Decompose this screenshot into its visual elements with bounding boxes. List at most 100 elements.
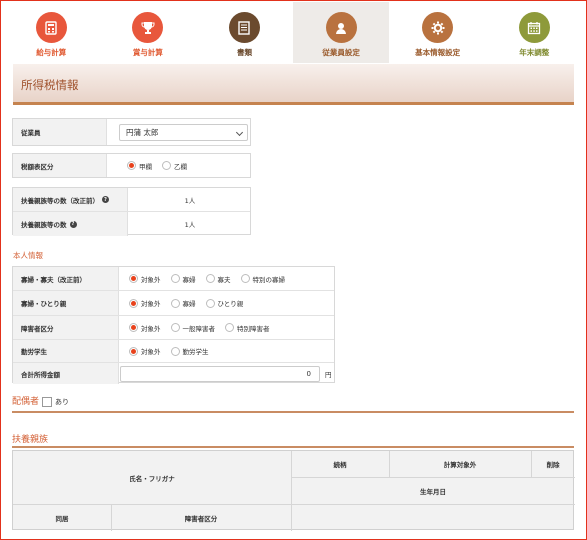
radio-disability-none[interactable]: 対象外 xyxy=(129,323,161,333)
nav-circle-payroll xyxy=(35,12,67,43)
column-cohabit: 同居 xyxy=(55,514,69,523)
spouse-checkbox[interactable] xyxy=(42,396,53,407)
dependents-count-label-text: 扶養親族等の数 xyxy=(21,221,67,229)
chevron-down-icon xyxy=(235,128,244,137)
radio-circle xyxy=(129,346,138,356)
radio-circle xyxy=(129,323,138,332)
working-student-row: 勤労学生 対象外 勤労学生 xyxy=(13,340,334,363)
radio-otsu[interactable]: 乙欄 xyxy=(162,161,187,171)
employee-label: 従業員 xyxy=(13,119,107,145)
radio-label: 対象外 xyxy=(141,275,161,284)
nav-label-employee-settings: 従業員設定 xyxy=(322,48,360,57)
nav-circle-basic-settings xyxy=(422,12,454,43)
radio-label: 対象外 xyxy=(141,324,161,333)
nav-item-bonus[interactable]: 賞与計算 xyxy=(100,2,197,63)
radio-label: 寡婦 xyxy=(182,300,196,308)
dependents-count-label: 扶養親族等の数? xyxy=(13,212,128,236)
gear-icon xyxy=(431,21,445,34)
column-delete: 削除 xyxy=(546,461,560,469)
nav-item-year-end[interactable]: 年末調整 xyxy=(486,2,583,63)
radio-circle xyxy=(240,274,250,283)
tax-table-label: 税額表区分 xyxy=(13,154,107,177)
total-income-unit: 円 xyxy=(325,370,332,379)
radio-disability-general[interactable]: 一般障害者 xyxy=(170,323,216,333)
widow-revised-options: 対象外 寡婦 寡夫 特別の寡婦 xyxy=(129,267,295,290)
radio-widow-revised-special[interactable]: 特別の寡婦 xyxy=(240,274,286,284)
radio-kou[interactable]: 甲欄 xyxy=(127,161,152,171)
personal-info-table: 寡婦・寡夫（改正前） 対象外 寡婦 寡夫 特別の寡婦 寡婦・ひとり親 対象外 寡… xyxy=(12,266,335,384)
help-icon[interactable]: ? xyxy=(102,196,109,203)
employee-select[interactable]: 円蒲 太郎 xyxy=(119,124,248,141)
dependent-family-heading: 扶養親族 xyxy=(12,435,49,445)
radio-circle xyxy=(225,323,234,332)
radio-kou-circle xyxy=(127,161,136,170)
column-relation: 続柄 xyxy=(333,461,347,469)
personal-info-heading: 本人情報 xyxy=(13,251,43,260)
dependents-count-row: 扶養親族等の数? 1人 xyxy=(13,212,250,236)
single-parent-label: 寡婦・ひとり親 xyxy=(13,291,119,315)
tax-table-box: 税額表区分 甲欄 乙欄 xyxy=(12,153,251,178)
nav-label-payroll: 給与計算 xyxy=(36,48,67,57)
dependents-box: 扶養親族等の数（改正前）? 1人 扶養親族等の数? 1人 xyxy=(12,187,251,236)
document-icon xyxy=(238,20,251,35)
radio-circle xyxy=(170,298,180,308)
nav-circle-year-end xyxy=(518,12,550,43)
radio-circle xyxy=(129,298,138,308)
spouse-checkbox-label: あり xyxy=(55,398,70,406)
nav-label-documents: 書類 xyxy=(236,48,252,57)
total-income-row: 合計所得金額 0 円 xyxy=(13,363,334,384)
single-parent-row: 寡婦・ひとり親 対象外 寡婦 ひとり親 xyxy=(13,291,334,316)
radio-label: 寡婦 xyxy=(182,275,196,284)
radio-circle xyxy=(170,323,180,332)
nav-circle-documents xyxy=(228,12,260,43)
nav-circle-bonus xyxy=(132,12,164,43)
dependents-revised-label-text: 扶養親族等の数（改正前） xyxy=(21,196,99,205)
calendar-icon xyxy=(528,21,541,34)
radio-label: 勤労学生 xyxy=(182,348,209,356)
nav-item-employee-settings[interactable]: 従業員設定 xyxy=(292,2,390,63)
dependent-family-divider xyxy=(12,446,574,448)
total-income-label: 合計所得金額 xyxy=(13,363,119,384)
radio-otsu-circle xyxy=(162,161,171,170)
radio-label: 対象外 xyxy=(141,348,161,356)
single-parent-options: 対象外 寡婦 ひとり親 xyxy=(129,291,253,315)
radio-widow-revised-widow[interactable]: 寡婦 xyxy=(170,274,196,284)
dependent-family-table: 氏名・フリガナ 続柄 計算対象外 削除 生年月日 同居 障害者区分 xyxy=(12,450,575,531)
calculator-icon xyxy=(45,20,57,35)
column-disability: 障害者区分 xyxy=(184,514,218,523)
radio-single-parent-widow[interactable]: 寡婦 xyxy=(170,298,196,308)
total-income-input[interactable]: 0 xyxy=(120,366,320,382)
help-icon[interactable]: ? xyxy=(69,220,77,228)
radio-kou-label: 甲欄 xyxy=(139,162,152,171)
radio-widow-revised-none[interactable]: 対象外 xyxy=(129,274,161,284)
radio-single-parent-single[interactable]: ひとり親 xyxy=(205,298,244,308)
radio-label: 一般障害者 xyxy=(182,324,216,333)
radio-label: ひとり親 xyxy=(217,300,244,308)
nav-circle-employee-settings xyxy=(325,12,357,43)
nav-item-documents[interactable]: 書類 xyxy=(196,2,293,63)
radio-circle xyxy=(129,274,138,283)
nav-label-year-end: 年末調整 xyxy=(519,48,550,57)
disability-options: 対象外 一般障害者 特別障害者 xyxy=(129,316,280,339)
radio-student-yes[interactable]: 勤労学生 xyxy=(170,346,209,356)
person-icon xyxy=(336,22,347,34)
radio-label: 特別障害者 xyxy=(237,324,270,333)
radio-label: 特別の寡婦 xyxy=(252,275,286,284)
nav-item-basic-settings[interactable]: 基本情報設定 xyxy=(389,2,486,63)
dependents-revised-label: 扶養親族等の数（改正前）? xyxy=(13,188,128,211)
nav-item-payroll[interactable]: 給与計算 xyxy=(3,2,100,63)
radio-disability-special[interactable]: 特別障害者 xyxy=(225,323,270,333)
radio-circle xyxy=(205,298,215,308)
radio-single-parent-none[interactable]: 対象外 xyxy=(129,298,161,308)
radio-circle xyxy=(205,274,215,283)
radio-widow-revised-widower[interactable]: 寡夫 xyxy=(205,274,231,284)
nav-label-basic-settings: 基本情報設定 xyxy=(415,48,461,57)
dependents-revised-row: 扶養親族等の数（改正前）? 1人 xyxy=(13,188,250,212)
working-student-options: 対象外 勤労学生 xyxy=(129,340,219,362)
employee-box: 従業員 円蒲 太郎 xyxy=(12,118,251,146)
nav-label-bonus: 賞与計算 xyxy=(132,48,163,57)
column-calc-target: 計算対象外 xyxy=(443,461,477,469)
column-birthdate: 生年月日 xyxy=(420,487,446,496)
spouse-heading: 配偶者 あり xyxy=(12,394,69,407)
radio-student-none[interactable]: 対象外 xyxy=(129,346,161,356)
